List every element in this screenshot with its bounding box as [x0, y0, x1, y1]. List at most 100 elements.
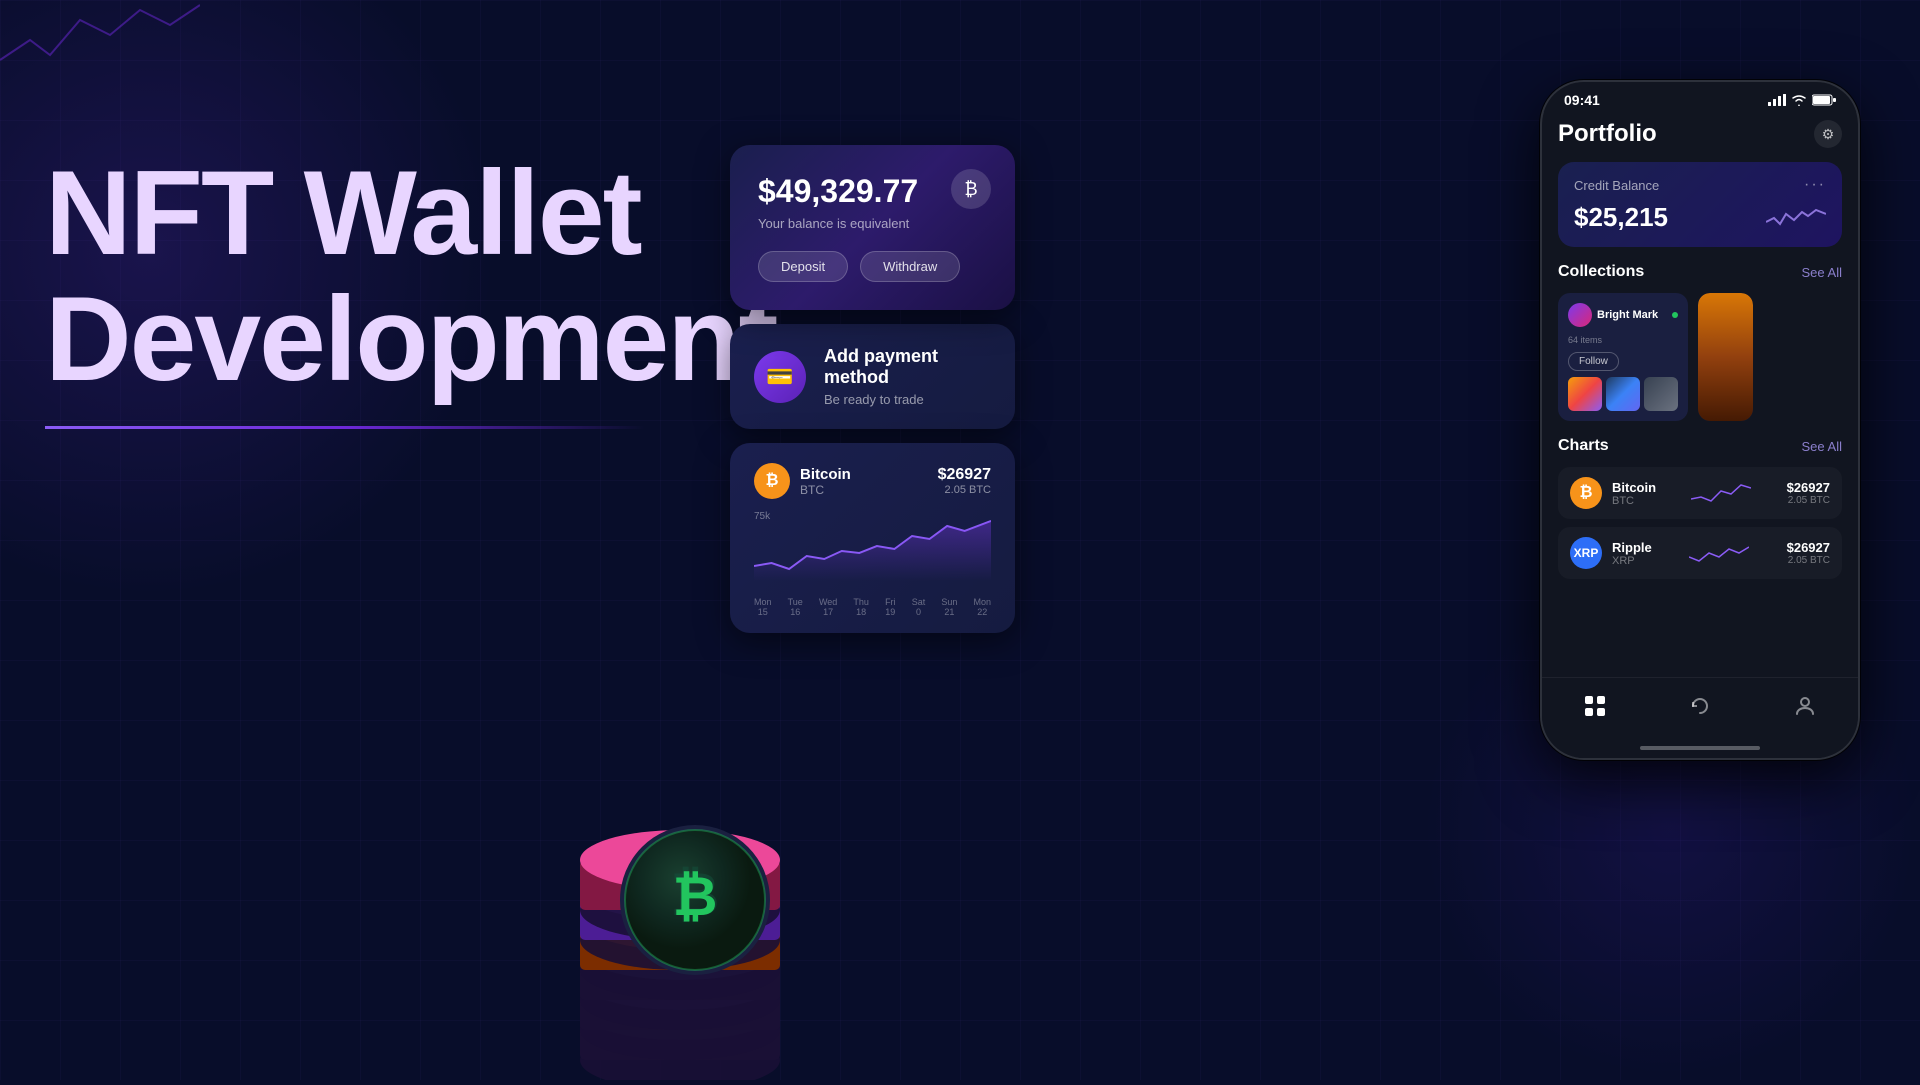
payment-icon: 💳	[754, 351, 806, 403]
xrp-chart-price-sub: 2.05 BTC	[1787, 555, 1830, 566]
balance-subtitle: Your balance is equivalent	[758, 216, 987, 231]
charts-header: Charts See All	[1558, 437, 1842, 455]
balance-icon: ₿	[951, 169, 991, 209]
payment-title: Add payment method	[824, 346, 991, 388]
btc-price-sub: 2.05 BTC	[938, 484, 991, 496]
collections-see-all[interactable]: See All	[1802, 265, 1842, 280]
btc-stack-svg: ₿ ₿	[510, 700, 850, 1080]
chart-row-btc[interactable]: ₿ Bitcoin BTC $26927 2.05 BTC	[1558, 467, 1842, 519]
btc-chart-price-sub: 2.05 BTC	[1787, 495, 1830, 506]
phone-portfolio-title: Portfolio	[1558, 120, 1657, 148]
payment-subtitle: Be ready to trade	[824, 392, 991, 407]
btc-chart-price-val: $26927	[1787, 480, 1830, 495]
nav-refresh-icon[interactable]	[1684, 690, 1716, 722]
btc-mini-chart	[1691, 479, 1751, 507]
nft-thumb-1	[1568, 377, 1602, 411]
btc-coin-ticker: BTC	[1612, 495, 1656, 507]
phone-mockup: 09:41 Portfolio	[1540, 80, 1860, 760]
chart-dates: Mon15 Tue16 Wed17 Thu18 Fri19 Sat0 Sun21…	[754, 597, 991, 617]
xrp-chart-price: $26927 2.05 BTC	[1787, 540, 1830, 566]
btc-coin-icon: ₿	[1570, 477, 1602, 509]
credit-label: Credit Balance	[1574, 178, 1659, 193]
collections-title: Collections	[1558, 263, 1644, 281]
btc-chart-card: ₿ Bitcoin BTC $26927 2.05 BTC 75k	[730, 443, 1015, 633]
chart-area: 75k	[754, 511, 991, 591]
hero-section: NFT Wallet Development	[45, 150, 745, 429]
phone-time: 09:41	[1564, 92, 1600, 108]
balance-card-container: ₿ $49,329.77 Your balance is equivalent …	[730, 145, 1015, 633]
balance-actions: Deposit Withdraw	[758, 251, 987, 282]
battery-icon	[1812, 94, 1836, 106]
credit-balance-card: Credit Balance ··· $25,215	[1558, 162, 1842, 247]
xrp-coin-icon: XRP	[1570, 537, 1602, 569]
payment-text: Add payment method Be ready to trade	[824, 346, 991, 407]
phone-header: Portfolio ⚙	[1558, 112, 1842, 162]
credit-amount: $25,215	[1574, 202, 1668, 233]
chart-date-8: Mon22	[973, 597, 991, 617]
nft-grid	[1568, 377, 1678, 411]
btc-price-value: $26927	[938, 466, 991, 484]
btc-icon: ₿	[754, 463, 790, 499]
btc-left: ₿ Bitcoin BTC	[754, 463, 851, 499]
btc-name: Bitcoin	[800, 466, 851, 483]
charts-title: Charts	[1558, 437, 1609, 455]
credit-wave-chart	[1766, 206, 1826, 230]
chart-date-5: Fri19	[885, 597, 896, 617]
phone-home-indicator	[1542, 738, 1858, 758]
collection-user: Bright Mark	[1568, 303, 1678, 327]
balance-card: ₿ $49,329.77 Your balance is equivalent …	[730, 145, 1015, 310]
chart-row-xrp[interactable]: XRP Ripple XRP $26927 2.05 BTC	[1558, 527, 1842, 579]
btc-card-header: ₿ Bitcoin BTC $26927 2.05 BTC	[754, 463, 991, 499]
deposit-button[interactable]: Deposit	[758, 251, 848, 282]
svg-text:₿: ₿	[673, 865, 718, 927]
collections-row: Bright Mark 64 items Follow	[1558, 293, 1842, 421]
nav-grid-icon[interactable]	[1579, 690, 1611, 722]
btc-coin-info: Bitcoin BTC	[1612, 480, 1656, 507]
xrp-mini-chart	[1689, 539, 1749, 567]
decorative-line	[0, 0, 200, 80]
online-indicator	[1672, 312, 1678, 318]
signal-icon	[1768, 94, 1786, 106]
chart-date-6: Sat0	[912, 597, 926, 617]
chart-date-4: Thu18	[853, 597, 869, 617]
home-bar	[1640, 746, 1760, 750]
nft-thumb-2	[1606, 377, 1640, 411]
collection-card-1[interactable]: Bright Mark 64 items Follow	[1558, 293, 1688, 421]
credit-card-header: Credit Balance ···	[1574, 176, 1826, 194]
payment-card[interactable]: 💳 Add payment method Be ready to trade	[730, 324, 1015, 429]
collection-card-2	[1698, 293, 1753, 421]
nav-user-icon[interactable]	[1789, 690, 1821, 722]
charts-see-all[interactable]: See All	[1802, 439, 1842, 454]
btc-info: Bitcoin BTC	[800, 466, 851, 497]
gear-icon[interactable]: ⚙	[1814, 120, 1842, 148]
collections-header: Collections See All	[1558, 263, 1842, 281]
chart-date-3: Wed17	[819, 597, 837, 617]
collections-section: Collections See All Bright Mark 64 items…	[1558, 263, 1842, 421]
collection-items-count: 64 items	[1568, 335, 1678, 345]
chart-date-7: Sun21	[941, 597, 957, 617]
xrp-coin-ticker: XRP	[1612, 555, 1652, 567]
credit-menu-dots[interactable]: ···	[1804, 176, 1826, 194]
withdraw-button[interactable]: Withdraw	[860, 251, 960, 282]
nft-thumb-tall	[1698, 293, 1753, 421]
chart-svg	[754, 511, 991, 581]
xrp-coin-info: Ripple XRP	[1612, 540, 1652, 567]
phone-bottom-nav	[1542, 677, 1858, 738]
hero-divider	[45, 426, 645, 429]
phone-content: Portfolio ⚙ Credit Balance ··· $25,215 C…	[1542, 112, 1858, 677]
btc-price: $26927 2.05 BTC	[938, 466, 991, 496]
phone-status-icons	[1768, 94, 1836, 106]
follow-button[interactable]: Follow	[1568, 352, 1619, 371]
btc-stack-visual: ₿ ₿	[510, 700, 850, 1080]
chart-row-xrp-left: XRP Ripple XRP	[1570, 537, 1652, 569]
collection-name: Bright Mark	[1597, 309, 1672, 321]
wifi-icon	[1791, 94, 1807, 106]
hero-title: NFT Wallet Development	[45, 150, 745, 402]
xrp-coin-name: Ripple	[1612, 540, 1652, 555]
btc-chart-price: $26927 2.05 BTC	[1787, 480, 1830, 506]
chart-row-btc-left: ₿ Bitcoin BTC	[1570, 477, 1656, 509]
chart-date-2: Tue16	[788, 597, 803, 617]
chart-label: 75k	[754, 511, 770, 522]
chart-date-1: Mon15	[754, 597, 772, 617]
btc-ticker: BTC	[800, 483, 851, 497]
